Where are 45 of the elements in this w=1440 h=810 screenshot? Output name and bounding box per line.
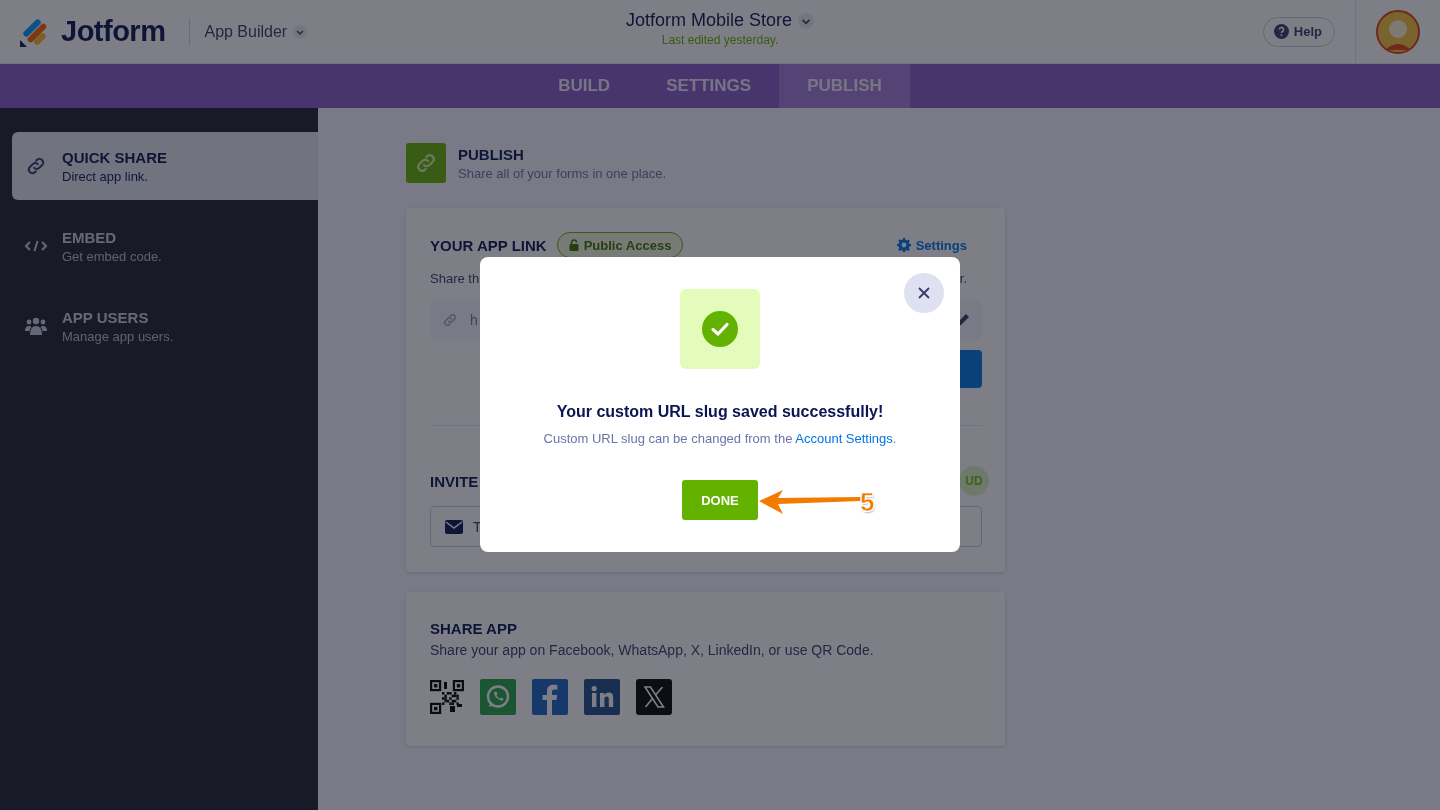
x-icon[interactable] <box>636 679 672 715</box>
code-icon <box>25 239 47 253</box>
section-description: Share your app on Facebook, WhatsApp, X, LinkedIn, or use QR Code. <box>430 641 875 659</box>
chevron-icon <box>798 12 815 29</box>
whatsapp-icon[interactable] <box>480 679 516 715</box>
nav-tab[interactable]: SETTINGS <box>638 64 780 108</box>
nav-tab[interactable]: BUILD <box>530 64 639 108</box>
help-button[interactable]: Help <box>1262 16 1335 47</box>
gear-icon <box>896 238 911 252</box>
logo-text: Jotform <box>61 15 166 48</box>
app-title-dropdown[interactable]: Jotform Mobile Store <box>625 10 815 31</box>
avatar[interactable] <box>1376 9 1420 54</box>
link-icon <box>442 312 458 328</box>
account-settings-link[interactable]: Account Settings <box>795 431 893 446</box>
link-icon <box>25 155 47 177</box>
close-icon <box>918 287 930 299</box>
facebook-icon[interactable] <box>532 679 568 715</box>
description-text: Share th <box>430 270 480 288</box>
dialog-message: Custom URL slug can be changed from the Account Settings. <box>543 431 897 447</box>
close-button[interactable] <box>904 273 944 313</box>
sidebar-item[interactable]: QUICK SHARE Direct app link. <box>12 132 318 200</box>
chevron-icon <box>293 24 308 39</box>
settings-link[interactable]: Settings <box>896 237 967 253</box>
linkedin-icon[interactable] <box>584 679 620 715</box>
product-dropdown[interactable]: App Builder <box>204 22 308 41</box>
success-check-icon <box>702 311 738 347</box>
sidebar-item[interactable]: APP USERS Manage app users. <box>12 292 318 360</box>
section-title: SHARE APP <box>430 620 518 637</box>
qr-code-icon[interactable] <box>430 680 464 714</box>
lock-icon <box>568 239 579 251</box>
user-badge: UD <box>959 466 989 497</box>
done-button[interactable]: DONE <box>682 480 758 520</box>
last-edited-text: Last edited yesterday. <box>661 33 779 47</box>
sidebar-item[interactable]: EMBED Get embed code. <box>12 212 318 280</box>
access-badge[interactable]: Public Access <box>556 232 684 258</box>
mail-icon <box>445 519 463 534</box>
description-text: r. <box>959 270 967 288</box>
users-icon <box>25 316 47 336</box>
step-number: 5 <box>860 487 875 517</box>
question-icon <box>1273 24 1289 39</box>
dialog-title: Your custom URL slug saved successfully! <box>556 402 884 422</box>
section-title: INVITE <box>430 472 479 490</box>
link-icon <box>406 143 446 183</box>
section-title: YOUR APP LINK <box>430 236 547 254</box>
page-title: PUBLISH <box>458 145 525 163</box>
